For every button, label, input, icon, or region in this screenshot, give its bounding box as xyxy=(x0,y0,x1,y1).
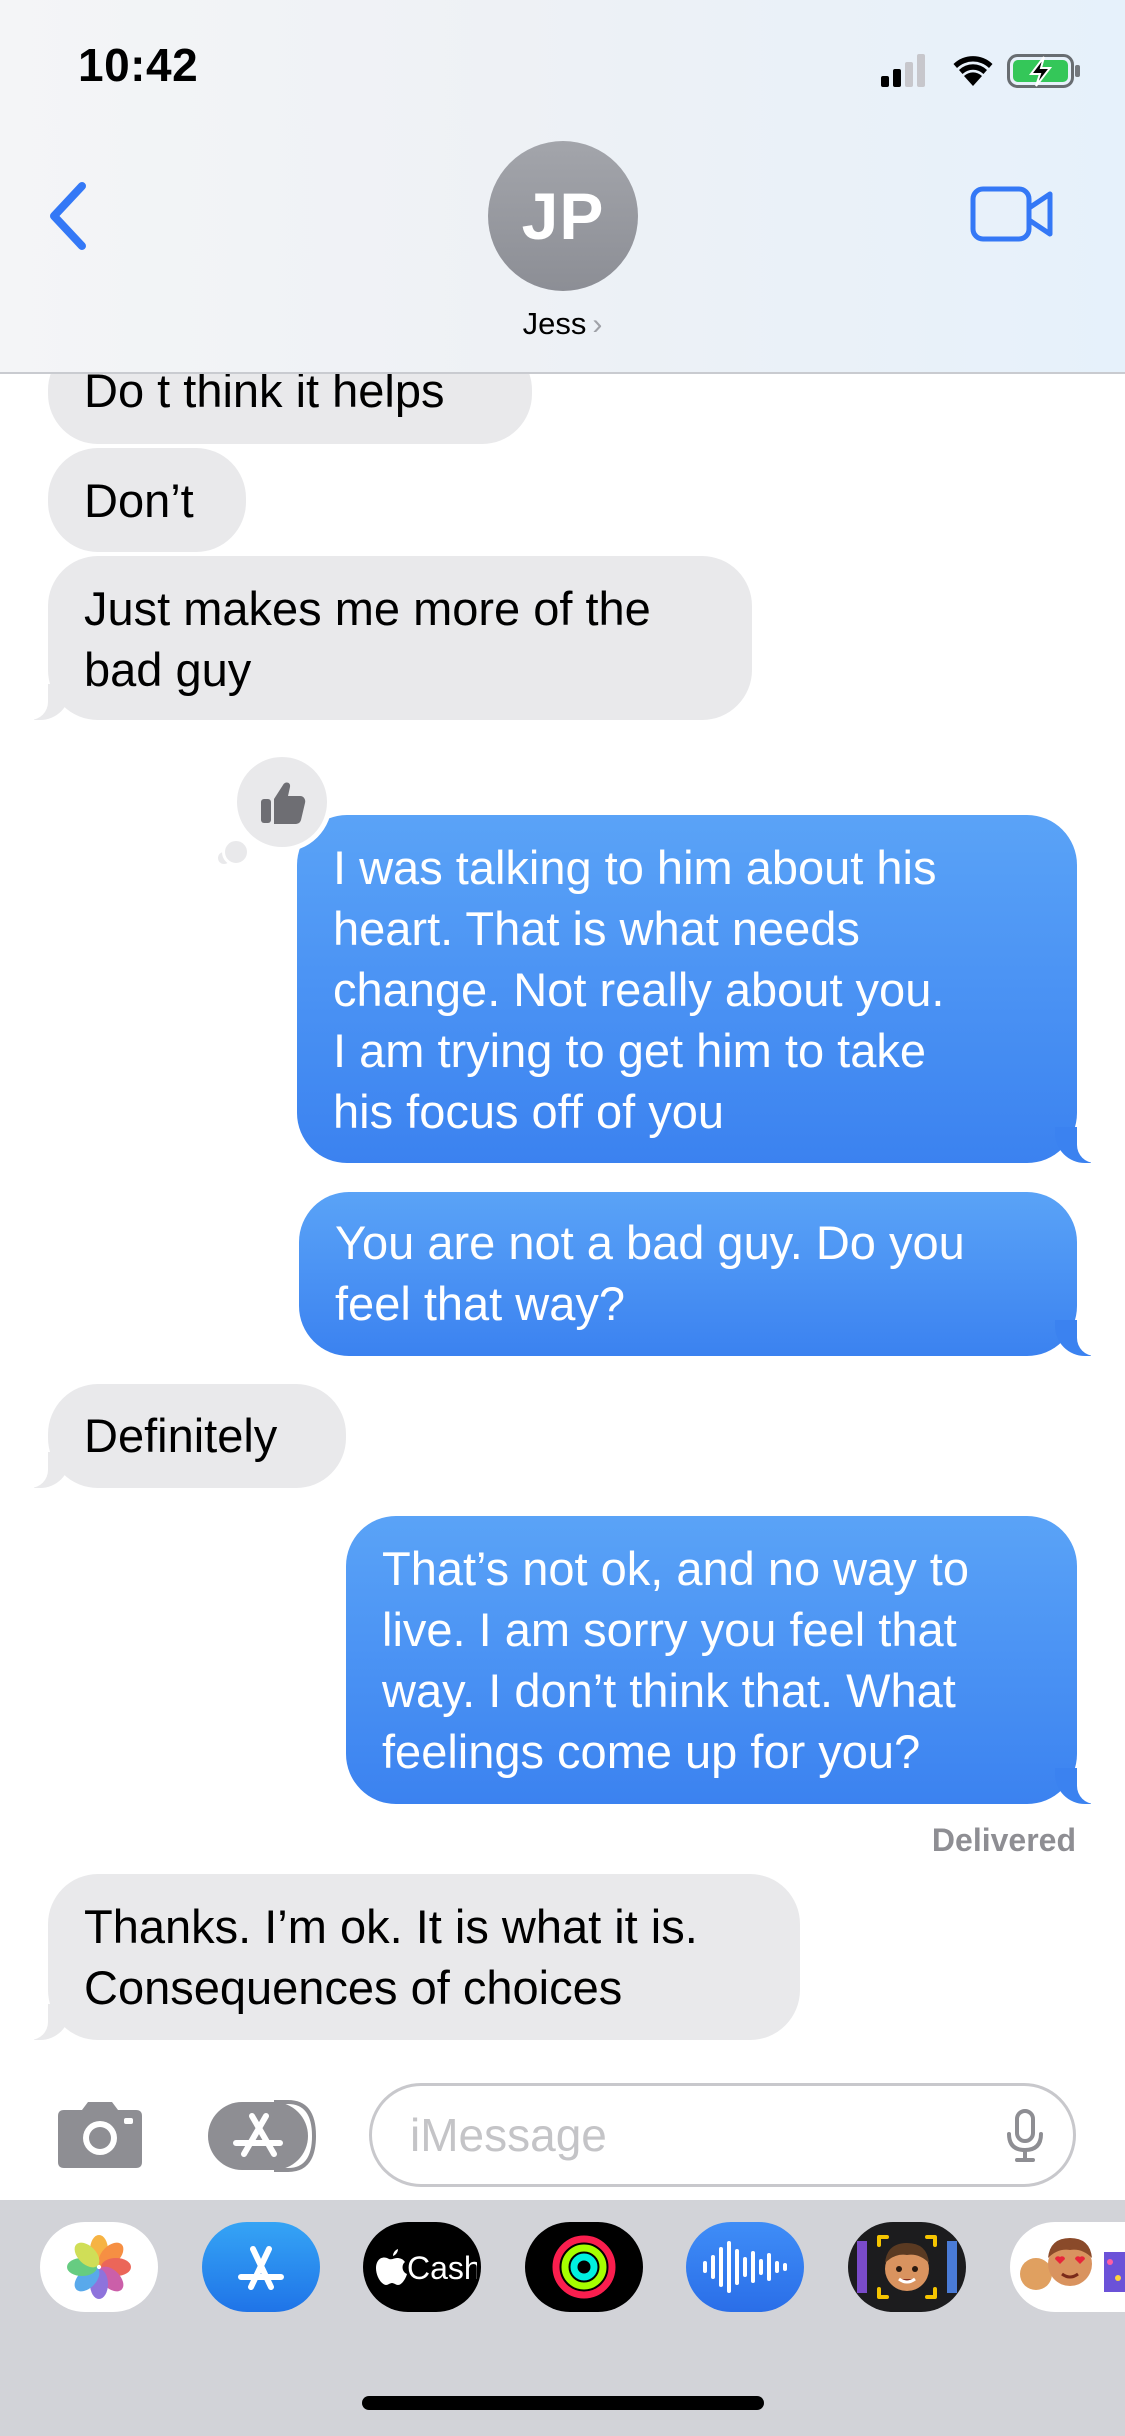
app-store-icon xyxy=(208,2100,317,2172)
activity-rings-icon xyxy=(552,2235,616,2299)
message-line: heart. That is what needs xyxy=(333,902,860,955)
message-line: You are not a bad guy. Do you xyxy=(335,1216,965,1269)
messages-screen: 10:42 JP Jess › Do t think it helps Don’… xyxy=(0,0,1125,2436)
video-camera-icon xyxy=(970,186,1053,242)
contact-avatar[interactable]: JP xyxy=(488,141,638,291)
message-line: Just makes me more of the xyxy=(84,582,651,635)
apple-cash-logo: Cash xyxy=(376,2249,477,2286)
message-line: feelings come up for you? xyxy=(382,1725,921,1778)
message-line: Definitely xyxy=(84,1409,278,1462)
message-bubble-incoming[interactable]: Thanks. I’m ok. It is what it is. Conseq… xyxy=(20,1874,800,2040)
photos-app-icon[interactable] xyxy=(40,2222,158,2312)
message-bubble-outgoing[interactable]: That’s not ok, and no way to live. I am … xyxy=(346,1516,1105,1804)
message-bubble-incoming[interactable]: Definitely xyxy=(20,1384,346,1488)
battery-charging-icon xyxy=(1007,54,1080,88)
message-line: bad guy xyxy=(84,643,252,696)
home-indicator[interactable] xyxy=(362,2396,764,2410)
message-bubble-incoming[interactable]: Don’t xyxy=(48,448,246,552)
cellular-signal-icon xyxy=(881,54,925,87)
conversation-header: 10:42 JP Jess › xyxy=(0,0,1125,374)
input-placeholder: iMessage xyxy=(410,2109,607,2161)
status-time: 10:42 xyxy=(78,39,199,91)
memoji-app-icon[interactable] xyxy=(848,2222,966,2312)
message-line: I am trying to get him to take xyxy=(333,1024,926,1077)
apple-cash-app-icon[interactable]: Cash xyxy=(363,2222,481,2312)
imessage-input[interactable]: iMessage xyxy=(369,2083,1076,2187)
tapback-tail-dot xyxy=(222,838,250,866)
wifi-icon xyxy=(953,56,993,86)
audio-message-app-icon[interactable] xyxy=(686,2222,804,2312)
message-line: That’s not ok, and no way to xyxy=(382,1542,969,1595)
contact-name-button[interactable]: Jess › xyxy=(0,306,1125,342)
message-line: I was talking to him about his xyxy=(333,841,937,894)
waveform-icon xyxy=(703,2241,787,2293)
message-bubble-outgoing[interactable]: I was talking to him about his heart. Th… xyxy=(297,815,1105,1163)
status-icons xyxy=(881,54,1080,88)
camera-button[interactable] xyxy=(52,2098,148,2170)
message-line: Don’t xyxy=(84,474,194,527)
message-bubble-outgoing[interactable]: You are not a bad guy. Do you feel that … xyxy=(299,1192,1105,1356)
chevron-left-icon xyxy=(50,182,86,250)
app-store-app-icon[interactable] xyxy=(202,2222,320,2312)
tapback-reaction[interactable] xyxy=(232,752,332,852)
contact-name: Jess xyxy=(522,306,587,341)
camera-icon xyxy=(58,2102,142,2168)
app-store-logo-icon xyxy=(238,2246,284,2290)
message-bubble-incoming[interactable]: Just makes me more of the bad guy xyxy=(20,556,752,720)
dictation-button[interactable] xyxy=(1005,2108,1045,2164)
message-line: Thanks. I’m ok. It is what it is. xyxy=(84,1900,698,1953)
message-line: way. I don’t think that. What xyxy=(382,1664,956,1717)
microphone-icon xyxy=(1007,2109,1043,2162)
message-line: feel that way? xyxy=(335,1277,626,1330)
activity-app-icon[interactable] xyxy=(525,2222,643,2312)
memoji-stickers-icon xyxy=(1020,2238,1125,2292)
apple-cash-label: Cash xyxy=(407,2250,477,2286)
apps-button[interactable] xyxy=(206,2100,324,2172)
chevron-right-icon: › xyxy=(592,308,603,341)
memoji-face-icon xyxy=(857,2235,957,2299)
back-button[interactable] xyxy=(44,176,94,256)
thumbs-up-icon xyxy=(261,782,306,824)
message-line: Consequences of choices xyxy=(84,1961,623,2014)
memoji-stickers-app-icon[interactable] xyxy=(1010,2222,1125,2312)
message-line: live. I am sorry you feel that xyxy=(382,1603,957,1656)
message-line: change. Not really about you. xyxy=(333,963,945,1016)
photos-flower-icon xyxy=(67,2235,131,2299)
facetime-video-button[interactable] xyxy=(970,186,1056,242)
message-line: his focus off of you xyxy=(333,1085,725,1138)
delivered-status: Delivered xyxy=(931,1822,1076,1858)
